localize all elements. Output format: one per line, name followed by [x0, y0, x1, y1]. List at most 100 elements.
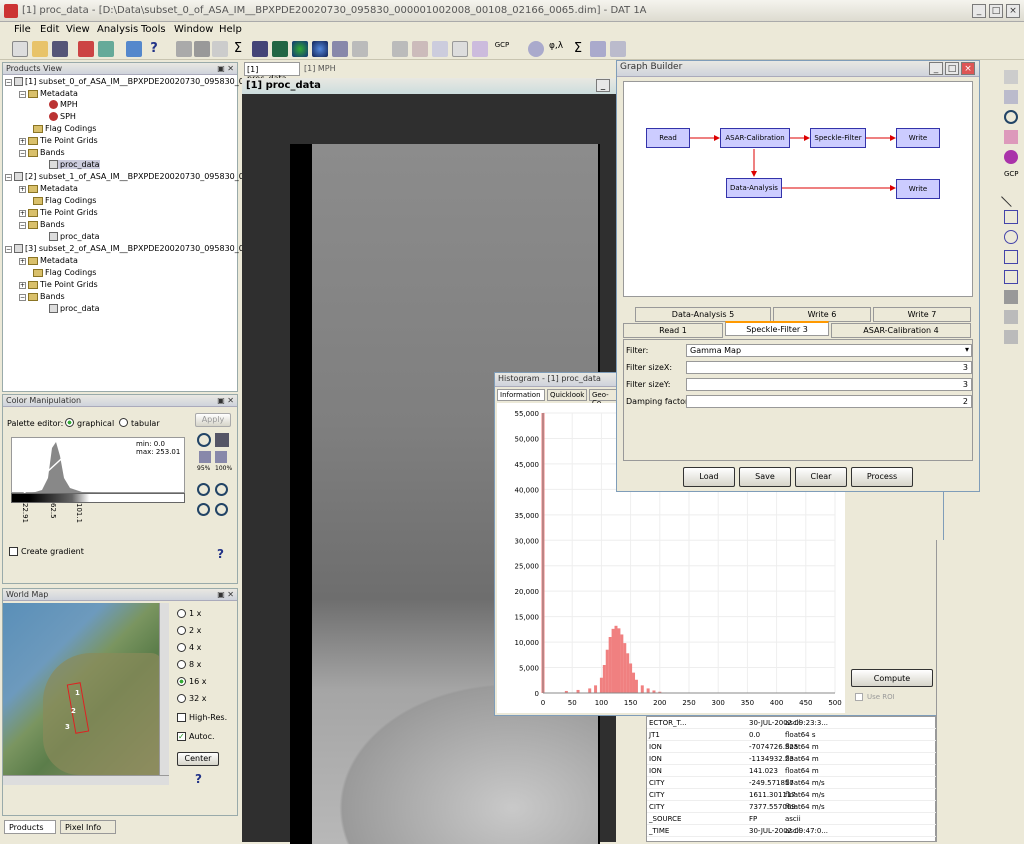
tree-item[interactable]: + Tie Point Grids	[19, 136, 98, 145]
tree-item[interactable]: − [2] subset_1_of_ASA_IM__BPXPDE20020730_…	[5, 172, 254, 181]
graph-canvas[interactable]: Read ASAR-Calibration Speckle-Filter Wri…	[623, 81, 973, 297]
crosshair-icon[interactable]	[412, 41, 428, 57]
tab-geo-coding[interactable]: Geo-Co	[589, 389, 619, 407]
table-row[interactable]: ECTOR_T... 30-JUL-2002 09:23:3... ascii	[647, 717, 937, 729]
menu-window[interactable]: Window	[174, 24, 213, 35]
filter-select[interactable]: Gamma Map ▾	[686, 344, 972, 357]
layer-icon[interactable]	[1004, 310, 1018, 324]
table-row[interactable]: ION -1134932.23 float64 m	[647, 753, 937, 765]
menu-analysis[interactable]: Analysis	[97, 24, 138, 35]
import-icon[interactable]	[215, 433, 229, 447]
gcp-icon[interactable]: GCP	[494, 41, 510, 57]
zoom-horizontal-icon[interactable]	[215, 503, 228, 516]
table-row[interactable]: _SOURCE FP ascii	[647, 813, 937, 825]
clear-button[interactable]: Clear	[795, 467, 847, 487]
pointer-icon[interactable]	[1004, 70, 1018, 84]
copy-icon[interactable]	[98, 41, 114, 57]
tab-proc-data[interactable]: [1] proc_data	[244, 62, 300, 83]
delete-icon[interactable]	[1004, 290, 1018, 304]
menu-tools[interactable]: Tools	[141, 24, 166, 35]
tree-item[interactable]: − Metadata	[19, 89, 78, 98]
tree-item[interactable]: Flag Codings	[33, 124, 96, 133]
table-row[interactable]: JT1 0.0 float64 s	[647, 729, 937, 741]
filter-sizex-field[interactable]: 3	[686, 361, 972, 374]
tab-information[interactable]: Information	[497, 389, 545, 401]
help-icon[interactable]: ?	[195, 772, 202, 786]
world-map-view[interactable]: 1 2 3	[3, 603, 169, 775]
image-minimize-button[interactable]: _	[596, 79, 610, 92]
tree-item[interactable]: Flag Codings	[33, 196, 96, 205]
zoom-radio-32x[interactable]	[177, 694, 186, 703]
graticule-icon[interactable]	[452, 41, 468, 57]
maximize-button[interactable]: □	[989, 4, 1003, 18]
overlay-icon[interactable]	[472, 41, 488, 57]
tree-item[interactable]: + Tie Point Grids	[19, 208, 98, 217]
histogram-icon[interactable]	[590, 41, 606, 57]
save-button[interactable]: Save	[739, 467, 791, 487]
tree-item[interactable]: + Metadata	[19, 256, 78, 265]
node-asar-calibration[interactable]: ASAR-Calibration	[720, 128, 790, 148]
zoom-radio-4x[interactable]	[177, 643, 186, 652]
table-row[interactable]: ION 141.023 float64 m	[647, 765, 937, 777]
tab-data-analysis-5[interactable]: Data-Analysis 5	[635, 307, 771, 322]
zoom-in-icon[interactable]	[197, 483, 210, 496]
globe-icon[interactable]	[292, 41, 308, 57]
graphical-radio[interactable]	[65, 418, 74, 427]
tab-write-7[interactable]: Write 7	[873, 307, 971, 322]
tab-write-6[interactable]: Write 6	[773, 307, 871, 322]
zoom-radio-16x[interactable]	[177, 677, 186, 686]
info-icon[interactable]	[194, 41, 210, 57]
select-tool-icon[interactable]	[392, 41, 408, 57]
zoom-radio-8x[interactable]	[177, 660, 186, 669]
reset-icon[interactable]	[197, 433, 211, 447]
pin-icon[interactable]	[332, 41, 348, 57]
world-icon[interactable]	[312, 41, 328, 57]
tree-item[interactable]: − Bands	[19, 292, 65, 301]
stats-icon[interactable]	[212, 41, 228, 57]
map-vertical-scrollbar[interactable]	[159, 603, 169, 775]
minimize-button[interactable]: _	[972, 4, 986, 18]
distribute-icon[interactable]	[199, 451, 211, 463]
tree-item[interactable]: + Metadata	[19, 184, 78, 193]
gb-minimize-button[interactable]: _	[929, 62, 943, 75]
tree-item[interactable]: MPH	[49, 100, 78, 109]
tabular-radio[interactable]	[119, 418, 128, 427]
tab-quicklook[interactable]: Quicklook	[547, 389, 587, 401]
statistics-icon[interactable]: Σ	[570, 41, 586, 57]
table-row[interactable]: CITY 1611.301117 float64 m/s	[647, 789, 937, 801]
geo-icon[interactable]: φ,λ	[548, 41, 564, 57]
polygon-icon[interactable]	[1004, 250, 1018, 264]
high-res-checkbox[interactable]	[177, 713, 186, 722]
tree-item[interactable]: proc_data	[49, 304, 100, 313]
tool-icon[interactable]	[352, 41, 368, 57]
zoom-vertical-icon[interactable]	[197, 503, 210, 516]
rectangle-icon[interactable]	[1004, 210, 1018, 224]
close-button[interactable]: ×	[1006, 4, 1020, 18]
pan-icon[interactable]	[1004, 130, 1018, 144]
slider-mark-3[interactable]: 101.1	[75, 503, 83, 523]
apply-button[interactable]: Apply	[195, 413, 231, 427]
tree-item[interactable]: proc_data	[49, 232, 100, 241]
tree-item[interactable]: + Tie Point Grids	[19, 280, 98, 289]
create-gradient-checkbox[interactable]	[9, 547, 18, 556]
node-read[interactable]: Read	[646, 128, 690, 148]
tree-item[interactable]: Flag Codings	[33, 268, 96, 277]
cut-icon[interactable]	[78, 41, 94, 57]
slider-mark-1[interactable]: 22.91	[21, 503, 29, 523]
image-icon[interactable]	[272, 41, 288, 57]
menu-edit[interactable]: Edit	[40, 24, 59, 35]
table-row[interactable]: _TIME 30-JUL-2002 09:47:0... ascii	[647, 825, 937, 837]
slider-mark-2[interactable]: 62.5	[49, 503, 57, 519]
table-row[interactable]: CITY -249.571817 float64 m/s	[647, 777, 937, 789]
process-button[interactable]: Process	[851, 467, 913, 487]
tree-item[interactable]: − Bands	[19, 148, 65, 157]
range-icon[interactable]	[1004, 90, 1018, 104]
new-icon[interactable]	[12, 41, 28, 57]
layer-icon[interactable]	[252, 41, 268, 57]
gb-close-button[interactable]: ×	[961, 62, 975, 75]
line-icon[interactable]	[1001, 187, 1021, 207]
tab-pixel-info[interactable]: Pixel Info	[60, 820, 116, 834]
tree-item[interactable]: − [1] subset_0_of_ASA_IM__BPXPDE20020730_…	[5, 77, 254, 86]
ellipse-icon[interactable]	[1004, 230, 1018, 244]
grid-icon[interactable]	[432, 41, 448, 57]
